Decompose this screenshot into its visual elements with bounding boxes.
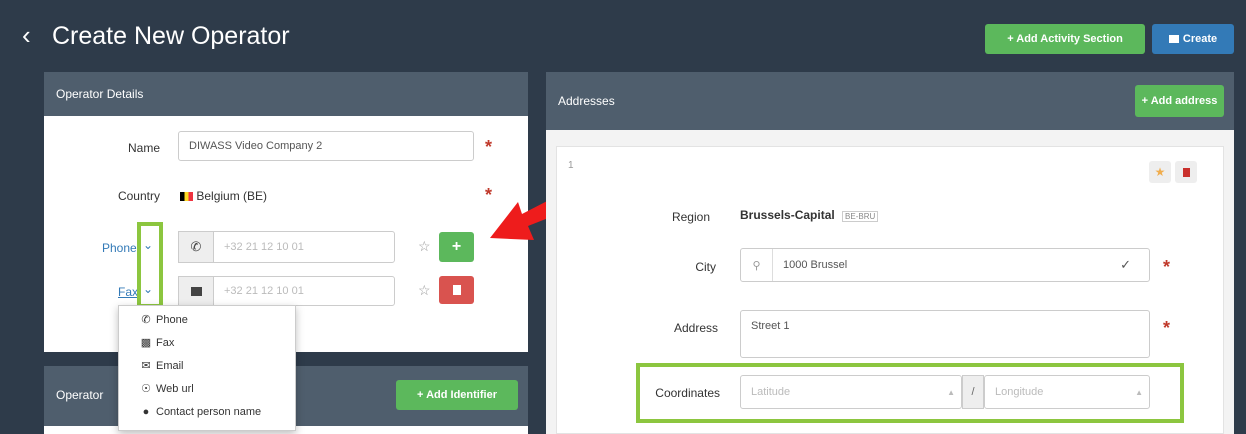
menu-item-contact-person[interactable]: ● Contact person name [119, 400, 295, 423]
identifiers-heading: Operator [56, 388, 104, 402]
envelope-icon: ✉ [141, 360, 151, 372]
search-icon: ⚲ [741, 249, 773, 281]
addresses-header: Addresses + Add address [546, 72, 1234, 130]
add-address-button[interactable]: + Add address [1135, 85, 1224, 117]
menu-item-fax[interactable]: ▩ Fax [119, 331, 295, 354]
city-value: 1000 Brussel [783, 259, 848, 271]
phone-icon: ✆ [141, 314, 151, 326]
fax-addon [178, 276, 214, 306]
delete-contact-button[interactable] [439, 276, 474, 304]
create-button[interactable]: Create [1152, 24, 1234, 54]
delete-address-button[interactable] [1175, 161, 1197, 183]
menu-item-label: Contact person name [156, 405, 262, 418]
country-label: Country [117, 189, 160, 203]
phone-input[interactable]: +32 21 12 10 01 [213, 231, 395, 263]
name-input[interactable]: DIWASS Video Company 2 [178, 131, 474, 161]
add-activity-section-button[interactable]: + Add Activity Section [985, 24, 1145, 54]
fax-placeholder: +32 21 12 10 01 [224, 285, 304, 297]
add-contact-button[interactable]: + [439, 232, 474, 262]
phone-type-label[interactable]: Phone [102, 241, 137, 255]
name-required-mark: * [485, 137, 493, 157]
address-textarea[interactable]: Street 1 [740, 310, 1150, 358]
phone-placeholder: +32 21 12 10 01 [224, 241, 304, 253]
back-chevron-icon[interactable]: ‹ [22, 22, 31, 48]
add-identifier-button[interactable]: + Add Identifier [396, 380, 518, 410]
name-label: Name [127, 141, 160, 155]
add-activity-section-label: + Add Activity Section [1007, 33, 1123, 45]
operator-details-heading: Operator Details [56, 87, 144, 101]
menu-item-label: Phone [156, 313, 188, 326]
menu-item-web-url[interactable]: ☉ Web url [119, 377, 295, 400]
menu-item-label: Web url [156, 382, 194, 395]
chevron-highlight-box [137, 222, 163, 308]
region-label: Region [671, 210, 710, 224]
coordinates-highlight-box [636, 363, 1184, 423]
fax-icon: ▩ [140, 337, 152, 349]
check-icon: ✓ [1120, 257, 1131, 272]
city-required-mark: * [1163, 257, 1171, 277]
save-icon [1168, 35, 1179, 43]
trash-icon [1182, 167, 1190, 177]
page-title: Create New Operator [52, 22, 290, 50]
region-code-badge: BE-BRU [842, 211, 879, 222]
menu-item-label: Email [156, 359, 184, 372]
phone-icon: ✆ [190, 239, 202, 254]
addresses-heading: Addresses [558, 94, 615, 108]
address-index: 1 [568, 160, 574, 171]
operator-details-header: Operator Details [44, 72, 528, 116]
address-required-mark: * [1163, 318, 1171, 338]
belgium-flag-icon [180, 192, 193, 202]
fax-type-label[interactable]: Fax [118, 285, 138, 299]
menu-item-email[interactable]: ✉ Email [119, 354, 295, 377]
country-text: Belgium (BE) [196, 189, 268, 203]
region-text: Brussels-Capital [740, 208, 835, 222]
address-value: Street 1 [751, 320, 790, 332]
fax-favorite-star-icon[interactable]: ☆ [418, 282, 431, 299]
contact-type-menu: ✆ Phone ▩ Fax ✉ Email ☉ Web url ● Contac… [118, 305, 296, 431]
menu-item-phone[interactable]: ✆ Phone [119, 308, 295, 331]
favorite-address-button[interactable]: ★ [1149, 161, 1171, 183]
globe-icon: ☉ [141, 383, 151, 395]
phone-addon: ✆ [178, 231, 214, 263]
city-select[interactable]: ⚲ 1000 Brussel ✓ [740, 248, 1150, 282]
plus-icon: + [451, 238, 462, 255]
star-icon: ★ [1154, 165, 1166, 179]
address-label: Address [673, 321, 718, 335]
user-icon: ● [142, 405, 150, 418]
name-value: DIWASS Video Company 2 [189, 140, 323, 152]
top-bar: ‹ Create New Operator + Add Activity Sec… [0, 0, 1246, 70]
fax-icon [190, 286, 202, 296]
phone-favorite-star-icon[interactable]: ☆ [418, 238, 431, 255]
trash-icon [452, 285, 461, 295]
add-identifier-label: + Add Identifier [417, 389, 497, 401]
city-label: City [695, 260, 716, 274]
create-label: Create [1182, 33, 1218, 45]
region-value: Brussels-Capital BE-BRU [740, 208, 879, 222]
country-value: Belgium (BE) [180, 189, 267, 203]
menu-item-label: Fax [156, 336, 175, 349]
fax-input[interactable]: +32 21 12 10 01 [213, 276, 395, 306]
add-address-label: + Add address [1141, 95, 1218, 107]
